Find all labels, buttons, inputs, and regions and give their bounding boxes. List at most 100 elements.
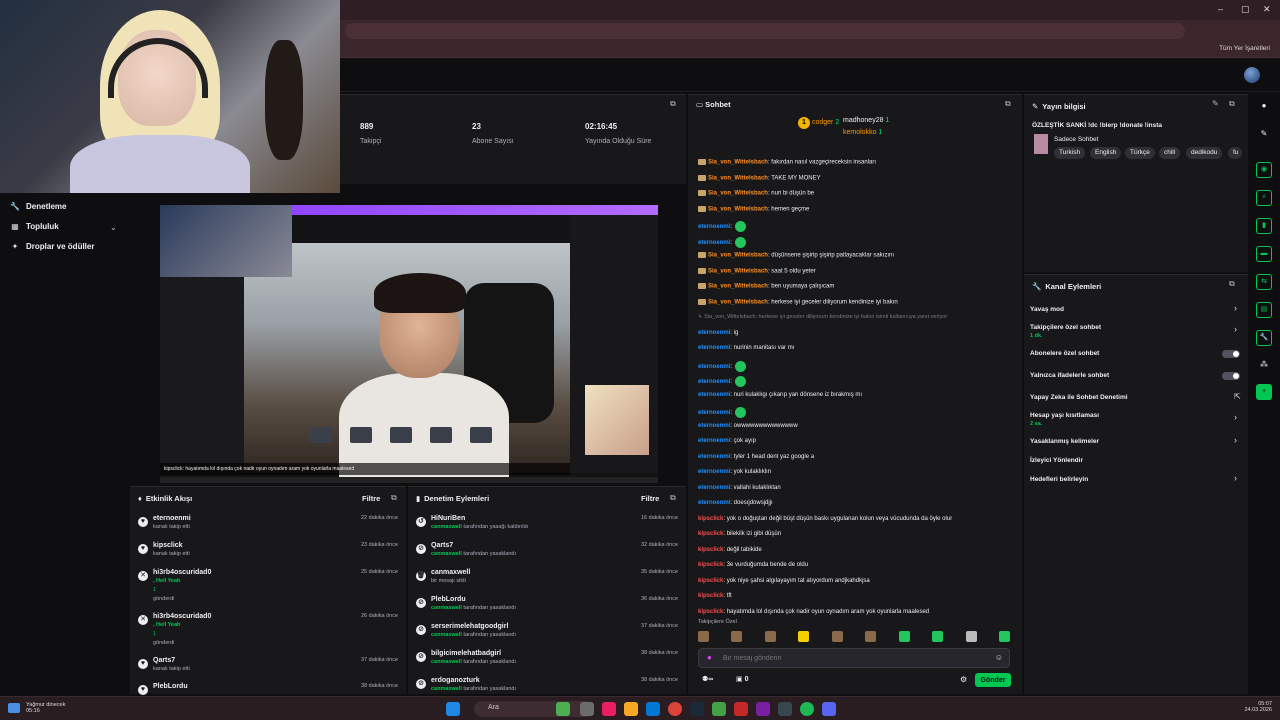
- control-icon[interactable]: [310, 427, 332, 443]
- app-icon[interactable]: [734, 702, 748, 716]
- tag[interactable]: fu: [1228, 147, 1242, 159]
- emote-picker-icon[interactable]: ☺: [995, 653, 1003, 662]
- chevron-down-icon[interactable]: ⌄: [110, 223, 117, 232]
- quick-action-icon[interactable]: ▮: [1256, 218, 1272, 234]
- all-bookmarks-link[interactable]: Tüm Yer İşaretleri: [1219, 45, 1270, 52]
- chat-emote-icon[interactable]: [735, 221, 747, 232]
- mic-icon[interactable]: ●: [707, 653, 712, 662]
- viewer-badge-icon[interactable]: [698, 252, 706, 258]
- weather-icon[interactable]: [8, 703, 20, 713]
- start-icon[interactable]: [446, 702, 460, 716]
- chevron-right-icon[interactable]: ›: [1234, 303, 1237, 313]
- maximize-icon[interactable]: ▢: [1241, 4, 1250, 15]
- nav-item-drops[interactable]: ✦ Droplar ve ödüller: [10, 242, 95, 251]
- slow-mode-item[interactable]: Yavaş mod: [1030, 306, 1064, 313]
- ai-moderation-item[interactable]: Yapay Zeka ile Sohbet Denetimi: [1030, 394, 1128, 401]
- quick-action-icon[interactable]: +: [1256, 384, 1272, 400]
- channel-points-icon[interactable]: ⚉∞: [702, 675, 713, 683]
- address-bar[interactable]: [345, 23, 1185, 39]
- emote-icon[interactable]: [698, 631, 709, 642]
- raid-item[interactable]: İzleyici Yönlendir: [1030, 457, 1083, 464]
- popout-icon[interactable]: ⧉: [1229, 99, 1235, 109]
- points-balance[interactable]: ▣ 0: [736, 675, 748, 683]
- pencil-icon[interactable]: ✎: [1257, 129, 1271, 143]
- viewer-badge-icon[interactable]: [698, 267, 706, 274]
- app-icon[interactable]: [556, 702, 570, 716]
- discord-icon[interactable]: [822, 702, 836, 716]
- category-name[interactable]: Sadece Sohbet: [1054, 136, 1098, 143]
- chat-username[interactable]: eternoenmi: [698, 410, 730, 416]
- emote-icon[interactable]: [731, 631, 743, 642]
- tag[interactable]: dedikodu: [1186, 147, 1223, 159]
- chat-username[interactable]: eternoenmi: [698, 438, 730, 444]
- emote-icon[interactable]: [898, 631, 910, 642]
- quick-action-icon[interactable]: ⇆: [1256, 274, 1272, 290]
- chat-emote-icon[interactable]: [735, 376, 747, 387]
- chat-username[interactable]: eternoenmi: [698, 423, 730, 429]
- popout-icon[interactable]: ⧉: [391, 493, 397, 503]
- app-icon[interactable]: [602, 702, 616, 716]
- chat-username[interactable]: Sia_von_Wittelsbach: [708, 299, 768, 305]
- external-link-icon[interactable]: ⇱: [1234, 392, 1241, 401]
- banned-words-item[interactable]: Yasaklanmış kelimeler: [1030, 438, 1099, 445]
- minimize-icon[interactable]: –: [1218, 4, 1223, 14]
- viewer-badge-icon[interactable]: [698, 190, 706, 196]
- viewer-badge-icon[interactable]: [698, 283, 706, 289]
- chat-username[interactable]: eternoenmi: [698, 454, 730, 460]
- settings-icon[interactable]: ⚙: [960, 675, 967, 684]
- play-icon[interactable]: [350, 427, 372, 443]
- followers-only-item[interactable]: Takipçilere özel sohbet: [1030, 324, 1101, 331]
- quick-action-icon[interactable]: 🔧: [1256, 330, 1272, 346]
- app-icon[interactable]: [580, 702, 594, 716]
- chat-username[interactable]: Sia_von_Wittelsbach: [708, 175, 768, 181]
- account-age-item[interactable]: Hesap yaşı kısıtlaması: [1030, 412, 1099, 419]
- emote-icon[interactable]: [998, 631, 1010, 642]
- chat-username[interactable]: Sia_von_Wittelsbach: [708, 160, 768, 166]
- system-clock[interactable]: 05:07 24.03.2026: [1244, 701, 1272, 713]
- emote-icon[interactable]: [865, 631, 877, 642]
- chat-username[interactable]: eternoenmi: [698, 485, 730, 491]
- user-avatar[interactable]: [1244, 67, 1260, 83]
- player-progress-bar[interactable]: [160, 477, 658, 483]
- viewer-badge-icon[interactable]: [698, 205, 706, 212]
- emote-icon[interactable]: [965, 631, 977, 642]
- popout-icon[interactable]: ⧉: [670, 99, 676, 109]
- emote-icon[interactable]: [932, 631, 944, 642]
- control-icon[interactable]: [390, 427, 412, 443]
- chevron-right-icon[interactable]: ›: [1234, 412, 1237, 422]
- spotify-icon[interactable]: [800, 702, 814, 716]
- viewer-badge-icon[interactable]: [698, 159, 706, 165]
- nav-item-moderation[interactable]: 🔧 Denetleme: [10, 202, 66, 211]
- popout-icon[interactable]: ⧉: [1005, 99, 1011, 109]
- chat-username[interactable]: eternoenmi: [698, 224, 730, 230]
- app-icon[interactable]: [646, 702, 660, 716]
- chat-username[interactable]: kipsclick: [698, 609, 723, 615]
- mod-filter-button[interactable]: Filtre: [641, 494, 659, 503]
- explorer-icon[interactable]: [624, 702, 638, 716]
- chat-username[interactable]: eternoenmi: [698, 469, 730, 475]
- chat-username[interactable]: kipsclick: [698, 547, 723, 553]
- viewer-badge-icon[interactable]: [698, 298, 706, 305]
- chat-username[interactable]: eternoenmi: [698, 379, 730, 385]
- quick-action-icon[interactable]: ▤: [1256, 302, 1272, 318]
- chat-username[interactable]: eternoenmi: [698, 345, 730, 351]
- quick-action-icon[interactable]: ⚡: [1256, 190, 1272, 206]
- tag[interactable]: English: [1090, 147, 1122, 159]
- taskbar-search[interactable]: Ara: [474, 701, 594, 717]
- chat-username[interactable]: kipsclick: [698, 562, 723, 568]
- chat-username[interactable]: Sia_von_Wittelsbach: [708, 206, 768, 212]
- subs-only-toggle[interactable]: [1222, 350, 1240, 358]
- chat-emote-icon[interactable]: [735, 407, 747, 418]
- chat-username[interactable]: eternoenmi: [698, 330, 730, 336]
- tag[interactable]: chill: [1159, 147, 1181, 159]
- chevron-right-icon[interactable]: ›: [1234, 324, 1237, 334]
- quick-action-icon[interactable]: ▬: [1256, 246, 1272, 262]
- tag[interactable]: Türkçe: [1125, 147, 1155, 159]
- tag[interactable]: Turkish: [1054, 147, 1086, 159]
- chat-username[interactable]: kipsclick: [698, 578, 723, 584]
- chat-username[interactable]: kipsclick: [698, 593, 723, 599]
- info-icon[interactable]: ●: [1257, 101, 1271, 115]
- chat-emote-icon[interactable]: [735, 236, 747, 248]
- stream-preview-player[interactable]: kipsclick: hayatımda lol dışında çok nad…: [160, 205, 658, 483]
- chat-username[interactable]: eternoenmi: [698, 392, 730, 398]
